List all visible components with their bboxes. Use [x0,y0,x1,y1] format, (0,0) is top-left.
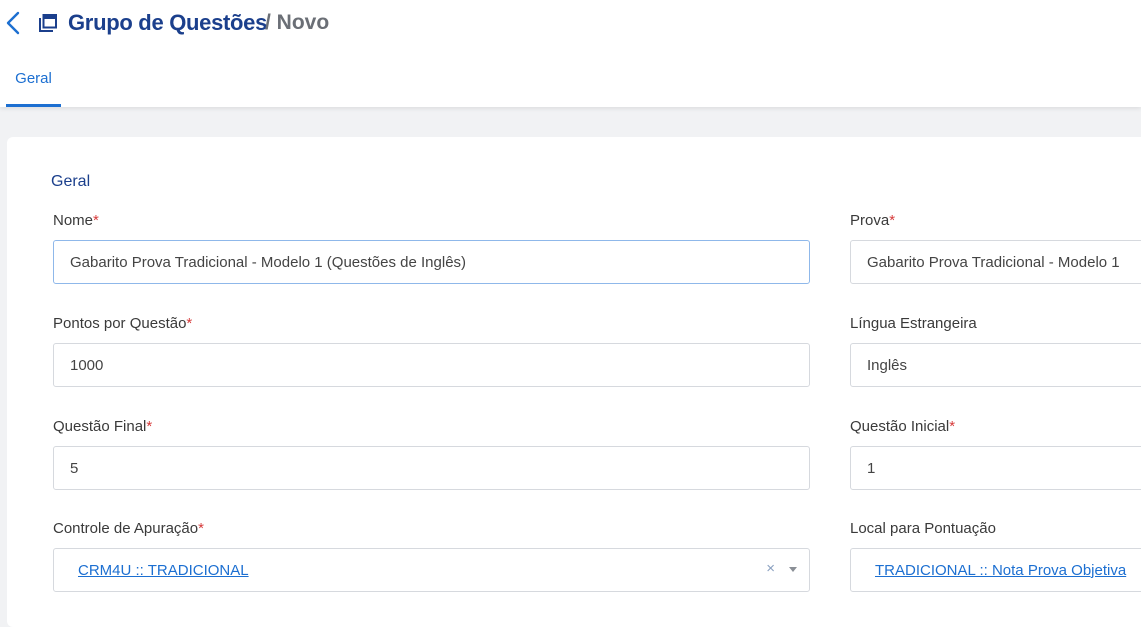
required-mark: * [93,212,99,229]
prova-input[interactable]: Gabarito Prova Tradicional - Modelo 1 [850,240,1141,284]
required-mark: * [146,418,153,435]
required-mark: * [186,315,193,332]
controle-selected-link[interactable]: CRM4U :: TRADICIONAL [78,562,249,579]
lingua-label-text: Língua Estrangeira [850,315,977,332]
prova-value: Gabarito Prova Tradicional - Modelo 1 [867,253,1120,271]
lingua-label: Língua Estrangeira [850,315,977,332]
page-subtitle: / Novo [265,11,330,34]
pontos-value: 1000 [70,356,104,374]
required-mark: * [889,212,896,229]
required-mark: * [949,418,956,435]
copy-window-icon [38,13,58,33]
prova-label: Prova* [850,212,895,229]
nome-value: Gabarito Prova Tradicional - Modelo 1 (Q… [70,253,467,271]
questao-final-label-text: Questão Final [53,418,147,435]
section-title: Geral [51,173,91,190]
pontos-label: Pontos por Questão* [53,315,192,332]
controle-select[interactable]: CRM4U :: TRADICIONAL × [53,548,810,592]
local-label: Local para Pontuação [850,520,996,537]
questao-final-value: 5 [70,459,79,477]
required-mark: * [198,520,204,537]
controle-label-text: Controle de Apuração [53,520,199,537]
lingua-input[interactable]: Inglês [850,343,1141,387]
clear-icon[interactable]: × [766,560,775,577]
controle-label: Controle de Apuração* [53,520,204,537]
questao-inicial-label-text: Questão Inicial [850,418,950,435]
questao-final-label: Questão Final* [53,418,152,435]
local-select[interactable]: TRADICIONAL :: Nota Prova Objetiva [850,548,1141,592]
nome-label-text: Nome [53,212,94,229]
prova-label-text: Prova [850,212,890,229]
chevron-down-icon[interactable] [789,567,797,572]
tab-label: Geral [15,70,52,87]
tab-geral[interactable]: Geral [6,56,61,107]
questao-inicial-label: Questão Inicial* [850,418,955,435]
tab-active-indicator [6,104,61,107]
local-label-text: Local para Pontuação [850,520,996,537]
lingua-value: Inglês [867,356,908,374]
pontos-input[interactable]: 1000 [53,343,810,387]
questao-inicial-value: 1 [867,459,876,477]
page-title: Grupo de Questões [68,10,268,35]
questao-final-input[interactable]: 5 [53,446,810,490]
nome-input[interactable]: Gabarito Prova Tradicional - Modelo 1 (Q… [53,240,810,284]
questao-inicial-input[interactable]: 1 [850,446,1141,490]
local-selected-link[interactable]: TRADICIONAL :: Nota Prova Objetiva [875,562,1126,579]
pontos-label-text: Pontos por Questão [53,315,187,332]
chevron-left-icon[interactable] [4,11,24,35]
nome-label: Nome* [53,212,99,229]
